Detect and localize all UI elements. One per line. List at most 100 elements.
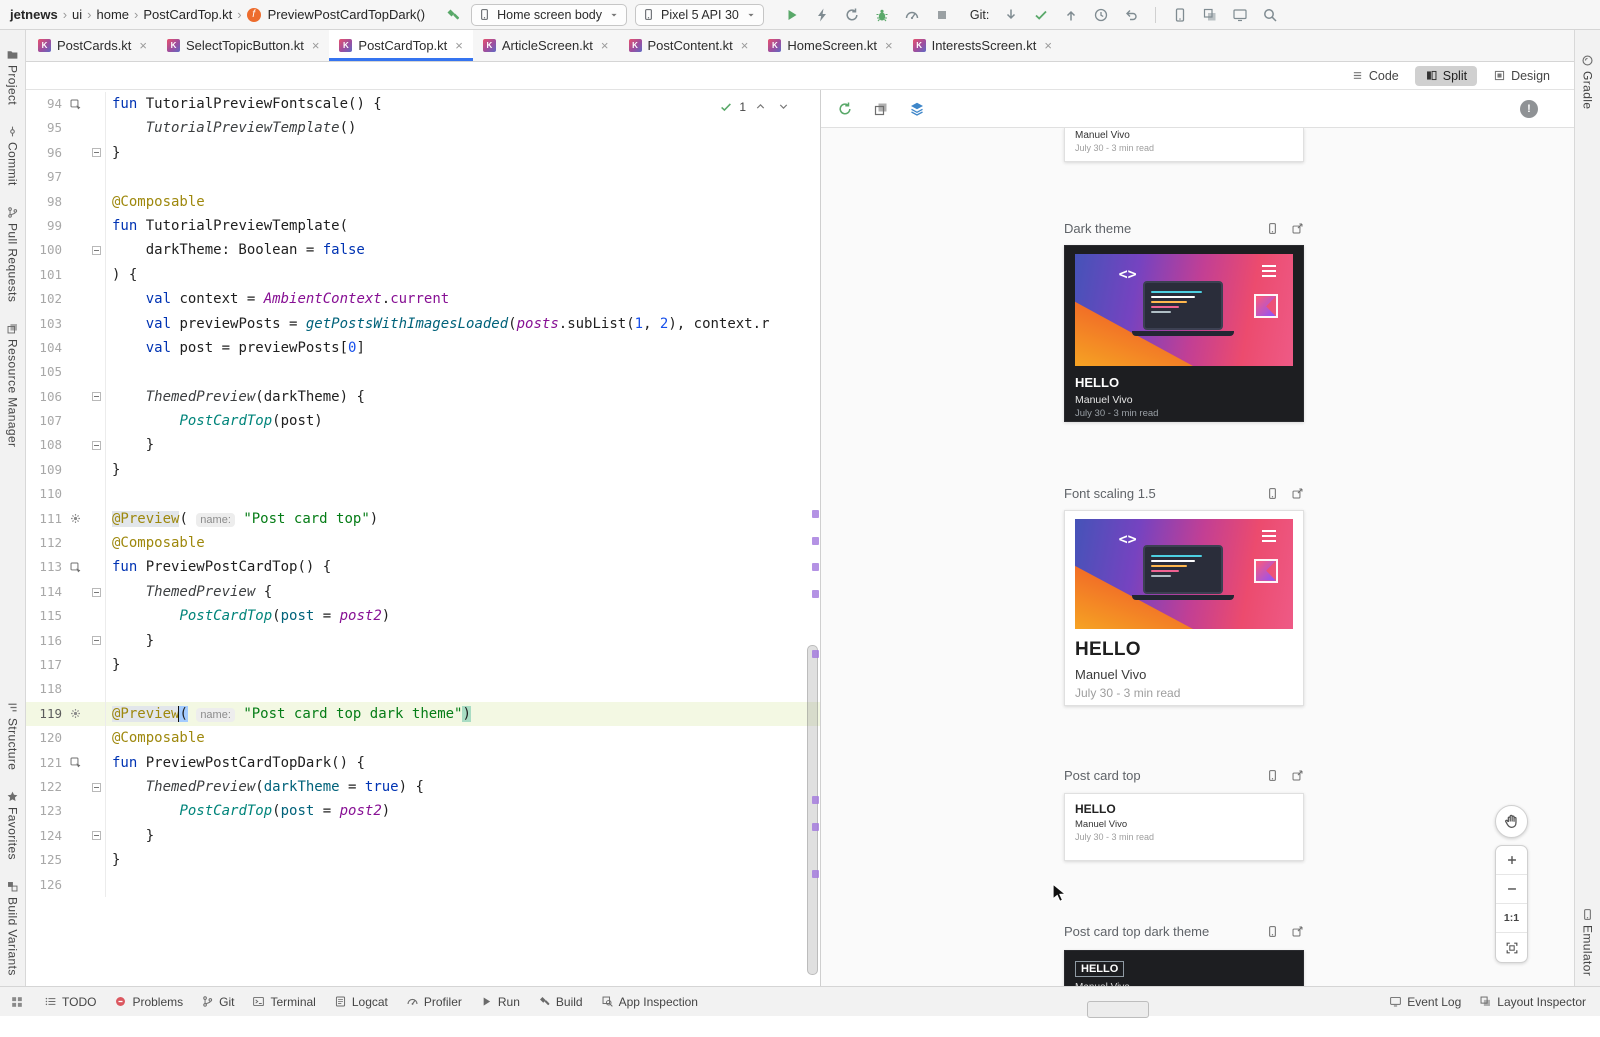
preview-config-button[interactable] (1266, 487, 1279, 500)
line-number[interactable]: 102 (26, 287, 62, 311)
statusbar-item-terminal[interactable]: Terminal (252, 995, 315, 1009)
preview-card[interactable]: <>HELLOManuel VivoJuly 30 - 3 min read (1064, 510, 1304, 706)
code-line[interactable]: 112@Composable (26, 531, 820, 555)
tab-HomeScreen[interactable]: KHomeScreen.kt× (758, 30, 902, 61)
apply-code-changes-button[interactable] (842, 5, 862, 25)
code-line[interactable]: 116 } (26, 629, 820, 653)
code-line[interactable]: 126 (26, 873, 820, 897)
code-line[interactable]: 123 PostCardTop(post = post2) (26, 799, 820, 823)
code-line[interactable]: 119@Preview( name: "Post card top dark t… (26, 702, 820, 726)
view-mode-code[interactable]: Code (1341, 66, 1409, 86)
line-number[interactable]: 125 (26, 848, 62, 872)
git-commit-button[interactable] (1031, 5, 1051, 25)
line-number[interactable]: 99 (26, 214, 62, 238)
view-mode-split[interactable]: Split (1415, 66, 1477, 86)
preview-config-button[interactable] (1266, 222, 1279, 235)
line-number[interactable]: 117 (26, 653, 62, 677)
code-line[interactable]: 99fun TutorialPreviewTemplate( (26, 214, 820, 238)
code-line[interactable]: 109} (26, 458, 820, 482)
code-line[interactable]: 95 TutorialPreviewTemplate() (26, 116, 820, 140)
tab-PostCards[interactable]: KPostCards.kt× (28, 30, 157, 61)
next-problem-button[interactable] (775, 98, 792, 115)
layers-button[interactable] (907, 99, 927, 119)
code-line[interactable]: 115 PostCardTop(post = post2) (26, 604, 820, 628)
fold-marker-icon[interactable] (92, 588, 101, 597)
code-line[interactable]: 101) { (26, 263, 820, 287)
statusbar-item-layout-inspector[interactable]: Layout Inspector (1479, 995, 1586, 1009)
line-number[interactable]: 109 (26, 458, 62, 482)
breadcrumb-item[interactable]: PostCardTop.kt (143, 7, 232, 22)
preview-config-button[interactable] (1266, 769, 1279, 782)
tool-button-project[interactable]: Project (6, 48, 20, 105)
close-icon[interactable]: × (1044, 38, 1052, 53)
run-preview-gutter-button[interactable] (67, 559, 84, 576)
breadcrumb-item[interactable]: ui (72, 7, 82, 22)
preview-issues-badge[interactable]: ! (1520, 100, 1538, 118)
code-line[interactable]: 96} (26, 141, 820, 165)
close-icon[interactable]: × (601, 38, 609, 53)
breadcrumb-item[interactable]: home (97, 7, 130, 22)
code-line[interactable]: 105 (26, 360, 820, 384)
profile-button[interactable] (902, 5, 922, 25)
git-history-button[interactable] (1091, 5, 1111, 25)
breadcrumb-item[interactable]: jetnews (10, 7, 58, 22)
run-config-select[interactable]: Home screen body (471, 4, 627, 26)
statusbar-item-problems[interactable]: Problems (114, 995, 183, 1009)
line-number[interactable]: 97 (26, 165, 62, 189)
tab-InterestsScreen[interactable]: KInterestsScreen.kt× (903, 30, 1062, 61)
statusbar-item-build[interactable]: Build (538, 995, 583, 1009)
line-number[interactable]: 121 (26, 751, 62, 775)
code-line[interactable]: 111@Preview( name: "Post card top") (26, 507, 820, 531)
line-number[interactable]: 111 (26, 507, 62, 531)
line-number[interactable]: 95 (26, 116, 62, 140)
preview-card[interactable]: <>HELLOManuel VivoJuly 30 - 3 min read (1064, 245, 1304, 422)
line-number[interactable]: 101 (26, 263, 62, 287)
line-number[interactable]: 113 (26, 555, 62, 579)
pan-tool-button[interactable] (1495, 805, 1528, 838)
code-line[interactable]: 110 (26, 482, 820, 506)
build-and-refresh-button[interactable] (871, 99, 891, 119)
apply-changes-button[interactable] (812, 5, 832, 25)
line-number[interactable]: 103 (26, 312, 62, 336)
preview-card[interactable]: HELLOManuel Vivo (1064, 950, 1304, 986)
layout-inspector-toolbar-button[interactable] (1200, 5, 1220, 25)
line-number[interactable]: 94 (26, 92, 62, 116)
line-number[interactable]: 105 (26, 360, 62, 384)
code-line[interactable]: 121fun PreviewPostCardTopDark() { (26, 751, 820, 775)
git-update-button[interactable] (1001, 5, 1021, 25)
code-line[interactable]: 108 } (26, 433, 820, 457)
line-number[interactable]: 110 (26, 482, 62, 506)
inspections-widget[interactable]: 1 (719, 98, 792, 115)
tool-button-resource-manager[interactable]: Resource Manager (6, 322, 20, 447)
run-preview-button[interactable] (1291, 487, 1304, 500)
scrollbar-thumb[interactable] (807, 645, 818, 975)
line-number[interactable]: 114 (26, 580, 62, 604)
code-line[interactable]: 125} (26, 848, 820, 872)
close-icon[interactable]: × (455, 38, 463, 53)
close-icon[interactable]: × (139, 38, 147, 53)
run-preview-button[interactable] (1291, 769, 1304, 782)
code-line[interactable]: 107 PostCardTop(post) (26, 409, 820, 433)
code-line[interactable]: 97 (26, 165, 820, 189)
fold-marker-icon[interactable] (92, 148, 101, 157)
close-icon[interactable]: × (312, 38, 320, 53)
statusbar-item-logcat[interactable]: Logcat (334, 995, 388, 1009)
line-number[interactable]: 122 (26, 775, 62, 799)
zoom-in-button[interactable] (1496, 846, 1527, 875)
preview-settings-gutter-button[interactable] (67, 510, 84, 527)
code-line[interactable]: 94fun TutorialPreviewFontscale() { (26, 92, 820, 116)
code-line[interactable]: 114 ThemedPreview { (26, 580, 820, 604)
tab-ArticleScreen[interactable]: KArticleScreen.kt× (473, 30, 619, 61)
line-number[interactable]: 100 (26, 238, 62, 262)
code-editor[interactable]: 94fun TutorialPreviewFontscale() {95 Tut… (26, 90, 820, 986)
run-preview-button[interactable] (1291, 222, 1304, 235)
statusbar-item-app-inspection[interactable]: App Inspection (601, 995, 698, 1009)
zoom-out-button[interactable] (1496, 875, 1527, 904)
close-icon[interactable]: × (741, 38, 749, 53)
statusbar-item-event-log[interactable]: Event Log (1389, 995, 1461, 1009)
tab-PostContent[interactable]: KPostContent.kt× (619, 30, 759, 61)
line-number[interactable]: 118 (26, 677, 62, 701)
line-number[interactable]: 116 (26, 629, 62, 653)
tool-button-commit[interactable]: Commit (6, 125, 20, 186)
run-preview-gutter-button[interactable] (67, 754, 84, 771)
